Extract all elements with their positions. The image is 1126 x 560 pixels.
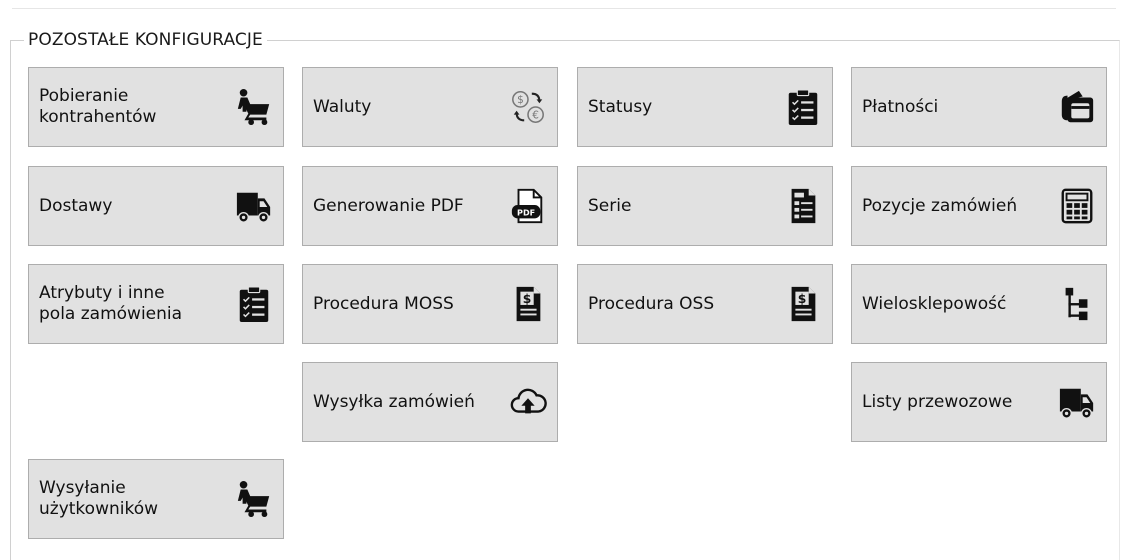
platnosci-button[interactable]: Płatności [851, 67, 1107, 147]
tile-label: Procedura MOSS [313, 293, 454, 314]
hierarchy-tree-icon [1056, 283, 1098, 325]
svg-text:PDF: PDF [517, 209, 535, 218]
shopping-cart-person-icon [233, 86, 275, 128]
shopping-cart-person-icon [233, 478, 275, 520]
document-series-icon [782, 185, 824, 227]
dollar-document-icon: $ [782, 283, 824, 325]
currency-exchange-icon: $ € [507, 86, 549, 128]
svg-text:$: $ [523, 292, 532, 306]
statusy-button[interactable]: Statusy [577, 67, 833, 147]
svg-text:$: $ [798, 292, 807, 306]
tile-label: Płatności [862, 96, 939, 117]
svg-text:€: € [532, 109, 539, 121]
tile-label: Pobieranie kontrahentów [39, 86, 157, 127]
tile-label: Wielosklepowość [862, 293, 1007, 314]
clipboard-checklist-icon [233, 283, 275, 325]
tile-label: Serie [588, 195, 632, 216]
tile-label: Waluty [313, 96, 372, 117]
tile-label: Procedura OSS [588, 293, 715, 314]
pobieranie-kontrahentow-button[interactable]: Pobieranie kontrahentów [28, 67, 284, 147]
procedura-moss-button[interactable]: Procedura MOSS $ [302, 264, 558, 344]
dostawy-button[interactable]: Dostawy [28, 166, 284, 246]
pozycje-zamowien-button[interactable]: Pozycje zamówień [851, 166, 1107, 246]
atrybuty-button[interactable]: Atrybuty i inne pola zamówienia [28, 264, 284, 344]
generowanie-pdf-button[interactable]: Generowanie PDF PDF [302, 166, 558, 246]
wielosklepowosc-button[interactable]: Wielosklepowość [851, 264, 1107, 344]
tile-label: Generowanie PDF [313, 195, 464, 216]
tile-label: Pozycje zamówień [862, 195, 1018, 216]
tile-label: Listy przewozowe [862, 391, 1013, 412]
delivery-truck-icon [1056, 381, 1098, 423]
dollar-document-icon: $ [507, 283, 549, 325]
tile-label: Statusy [588, 96, 653, 117]
group-title: POZOSTAŁE KONFIGURACJE [24, 30, 267, 50]
svg-text:$: $ [517, 94, 524, 106]
tile-label: Wysyłka zamówień [313, 391, 475, 412]
procedura-oss-button[interactable]: Procedura OSS $ [577, 264, 833, 344]
cloud-upload-icon [507, 381, 549, 423]
top-divider [12, 8, 1116, 9]
calculator-icon [1056, 185, 1098, 227]
tile-label: Dostawy [39, 195, 113, 216]
tile-label: Atrybuty i inne pola zamówienia [39, 283, 183, 324]
wysylanie-uzytkownikow-button[interactable]: Wysyłanie użytkowników [28, 459, 284, 539]
waluty-button[interactable]: Waluty $ € [302, 67, 558, 147]
tile-label: Wysyłanie użytkowników [39, 478, 159, 519]
serie-button[interactable]: Serie [577, 166, 833, 246]
clipboard-checklist-icon [782, 86, 824, 128]
listy-przewozowe-button[interactable]: Listy przewozowe [851, 362, 1107, 442]
wallet-icon [1056, 86, 1098, 128]
wysylka-zamowien-button[interactable]: Wysyłka zamówień [302, 362, 558, 442]
pdf-file-icon: PDF [507, 185, 549, 227]
delivery-truck-icon [233, 185, 275, 227]
